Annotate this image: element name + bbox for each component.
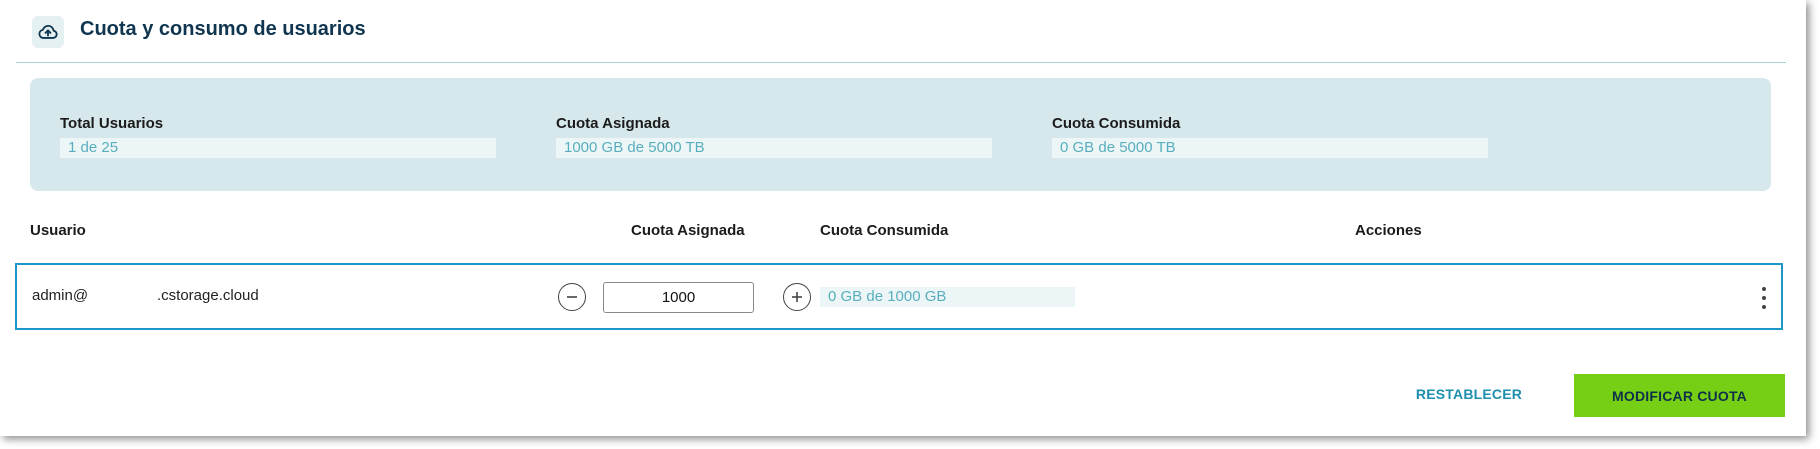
user-email-domain: .cstorage.cloud [157, 287, 259, 304]
minus-icon [567, 296, 577, 298]
assigned-quota-value: 1000 GB de 5000 TB [556, 138, 992, 158]
user-quota-card: Cuota y consumo de usuarios Total Usuari… [0, 0, 1806, 436]
page-title: Cuota y consumo de usuarios [80, 18, 366, 40]
total-users-value: 1 de 25 [60, 138, 496, 158]
row-consumed-quota: 0 GB de 1000 GB [820, 287, 1075, 307]
column-header-actions: Acciones [1355, 222, 1422, 239]
decrease-quota-button[interactable] [558, 283, 586, 311]
assigned-quota-stat: Cuota Asignada 1000 GB de 5000 TB [556, 115, 992, 158]
quota-summary-panel: Total Usuarios 1 de 25 Cuota Asignada 10… [30, 78, 1771, 191]
reset-button[interactable]: RESTABLECER [1395, 376, 1543, 412]
assigned-quota-label: Cuota Asignada [556, 115, 670, 132]
table-row[interactable]: admin@ .cstorage.cloud 0 GB de 1000 GB [15, 263, 1783, 330]
card-header: Cuota y consumo de usuarios [16, 8, 1786, 63]
user-email-prefix: admin@ [32, 287, 89, 304]
total-users-stat: Total Usuarios 1 de 25 [60, 115, 496, 158]
consumed-quota-label: Cuota Consumida [1052, 115, 1181, 132]
cloud-upload-icon [32, 16, 64, 48]
column-header-consumed-quota: Cuota Consumida [820, 222, 949, 239]
more-options-icon[interactable] [1759, 287, 1769, 309]
column-header-user: Usuario [30, 222, 86, 239]
increase-quota-button[interactable] [783, 283, 811, 311]
total-users-label: Total Usuarios [60, 115, 164, 132]
consumed-quota-stat: Cuota Consumida 0 GB de 5000 TB [1052, 115, 1488, 158]
modify-quota-button[interactable]: MODIFICAR CUOTA [1574, 374, 1785, 417]
quota-input[interactable] [603, 282, 754, 313]
plus-icon [792, 292, 802, 302]
consumed-quota-value: 0 GB de 5000 TB [1052, 138, 1488, 158]
column-header-assigned-quota: Cuota Asignada [631, 222, 745, 239]
